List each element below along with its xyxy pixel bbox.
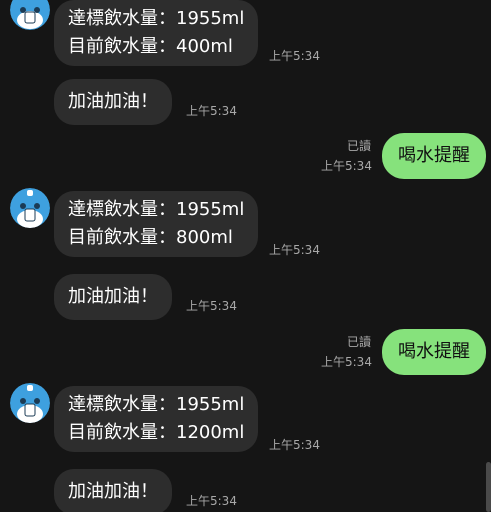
- current-line: 目前飲水量：1200ml: [68, 422, 245, 443]
- message-time: 上午5:34: [186, 104, 237, 118]
- message-bubble-reminder[interactable]: 喝水提醒: [382, 133, 486, 179]
- message-bubble-goal[interactable]: 達標飲水量：1955ml 目前飲水量：400ml: [54, 0, 259, 66]
- reminder-text: 喝水提醒: [398, 341, 470, 362]
- message-time: 上午5:34: [269, 49, 320, 63]
- message-time: 上午5:34: [186, 494, 237, 508]
- read-receipt: 已讀: [347, 139, 372, 153]
- bot-avatar-icon[interactable]: [10, 383, 50, 423]
- message-bubble-goal[interactable]: 達標飲水量：1955ml 目前飲水量：1200ml: [54, 386, 259, 452]
- message-time: 上午5:34: [186, 299, 237, 313]
- message-time: 上午5:34: [269, 438, 320, 452]
- current-line: 目前飲水量：800ml: [68, 227, 233, 248]
- message-bubble-cheer[interactable]: 加油加油！: [54, 274, 172, 320]
- chat-window: 達標飲水量：1955ml 目前飲水量：400ml 上午5:34 加油加油！ 上午…: [0, 0, 491, 512]
- bot-avatar-icon[interactable]: [10, 188, 50, 228]
- reminder-text: 喝水提醒: [398, 145, 470, 166]
- message-bubble-reminder[interactable]: 喝水提醒: [382, 329, 486, 375]
- bot-avatar-icon[interactable]: [10, 0, 50, 30]
- message-bubble-cheer[interactable]: 加油加油！: [54, 469, 172, 512]
- goal-line: 達標飲水量：1955ml: [68, 8, 245, 29]
- message-bubble-goal[interactable]: 達標飲水量：1955ml 目前飲水量：800ml: [54, 191, 259, 257]
- cheer-text: 加油加油！: [68, 286, 158, 307]
- message-time: 上午5:34: [321, 355, 372, 369]
- goal-line: 達標飲水量：1955ml: [68, 199, 245, 220]
- goal-line: 達標飲水量：1955ml: [68, 394, 245, 415]
- message-bubble-cheer[interactable]: 加油加油！: [54, 79, 172, 125]
- current-line: 目前飲水量：400ml: [68, 36, 233, 57]
- read-receipt: 已讀: [347, 335, 372, 349]
- cheer-text: 加油加油！: [68, 481, 158, 502]
- scrollbar[interactable]: [486, 462, 491, 512]
- cheer-text: 加油加油！: [68, 91, 158, 112]
- message-time: 上午5:34: [269, 243, 320, 257]
- message-time: 上午5:34: [321, 159, 372, 173]
